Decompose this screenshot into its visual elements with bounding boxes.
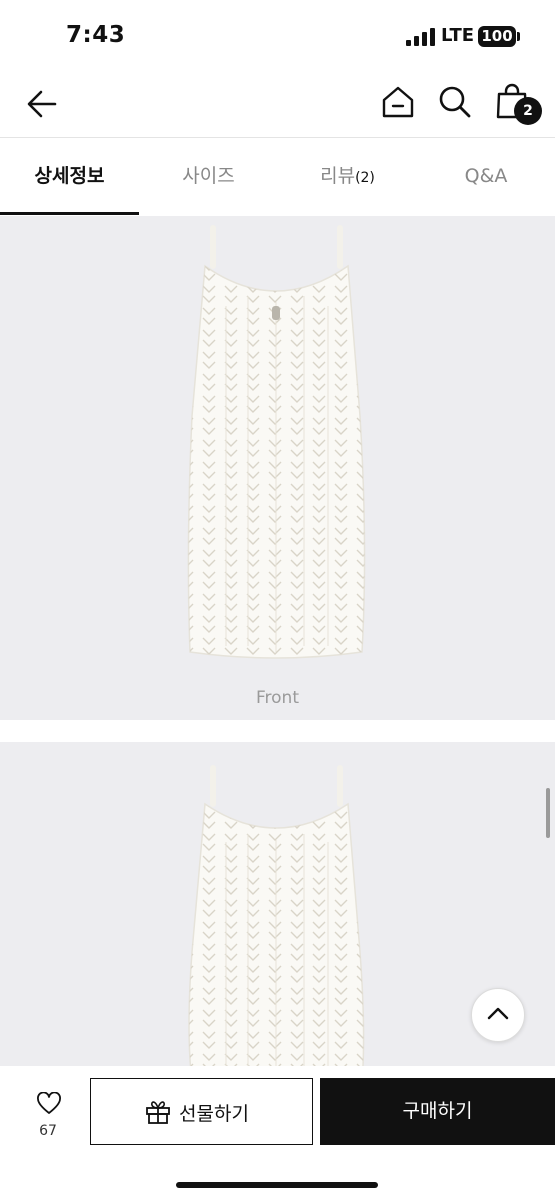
tab-qna[interactable]: Q&A [417,138,555,216]
gift-button-label: 선물하기 [179,1103,249,1125]
back-arrow-icon[interactable] [24,86,60,122]
buy-button-label: 구매하기 [402,1100,473,1122]
battery-tip [517,32,520,41]
home-icon[interactable] [380,84,416,120]
tab-qna-label: Q&A [464,165,508,187]
gift-icon [146,1101,170,1124]
status-time: 7:43 [66,22,126,48]
app-header [0,72,555,138]
tab-reviews-label: 리뷰 [320,165,356,187]
heart-icon[interactable] [36,1092,62,1116]
battery-icon: 100 [478,26,516,47]
scroll-to-top-button[interactable] [471,988,525,1042]
like-count: 67 [39,1123,57,1139]
dress-image [187,225,366,659]
tab-details-label: 상세정보 [34,165,105,187]
home-indicator [176,1182,378,1188]
active-tab-indicator [0,212,139,215]
tab-details[interactable]: 상세정보 [0,138,139,216]
cart-count-badge: 2 [514,97,542,125]
purchase-bar: 67 선물하기 구매하기 [0,1066,555,1200]
product-image-front: Front [0,216,555,720]
chevron-up-icon [487,1007,509,1020]
tab-size[interactable]: 사이즈 [139,138,278,216]
scrollbar-thumb[interactable] [546,788,550,838]
battery-level: 100 [481,27,513,45]
status-bar: 7:43 LTE 100 [0,0,555,72]
tab-size-label: 사이즈 [182,165,235,187]
network-label: LTE [441,25,475,46]
tab-reviews[interactable]: 리뷰(2) [278,138,417,216]
gift-button[interactable]: 선물하기 [90,1078,313,1145]
image-caption: Front [256,688,299,708]
search-icon[interactable] [437,84,473,120]
detail-tabs: 상세정보 사이즈 리뷰(2) Q&A [0,138,555,216]
tab-reviews-count: (2) [355,170,375,186]
signal-icon [406,28,436,46]
buy-button[interactable]: 구매하기 [320,1078,555,1145]
